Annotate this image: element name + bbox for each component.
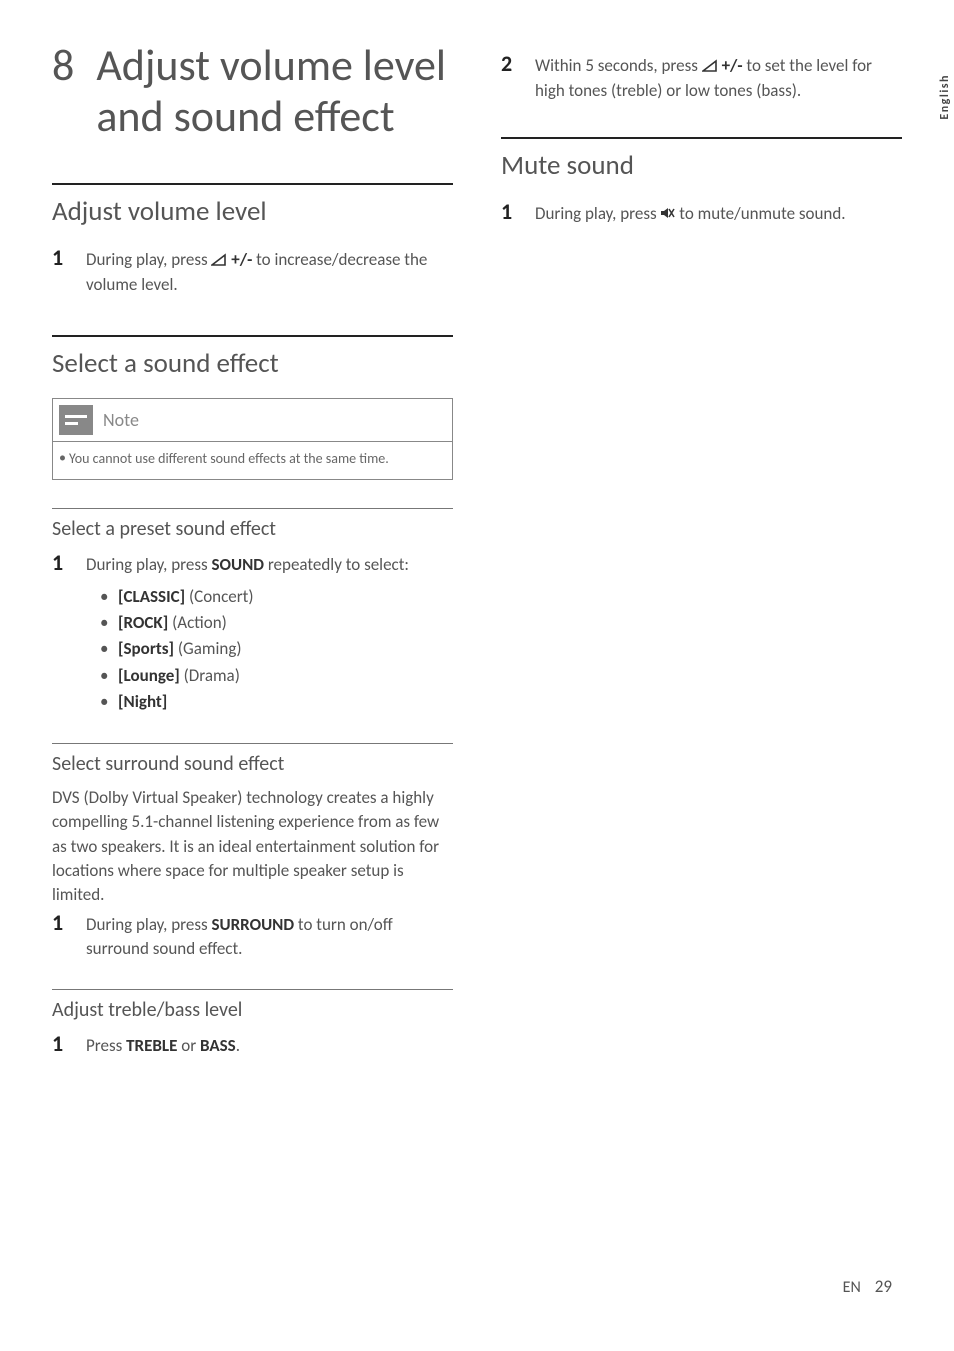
step: 1 During play, press SURROUND to turn on… (52, 911, 453, 961)
button-label: BASS (200, 1035, 236, 1056)
page-footer: EN 29 (843, 1276, 892, 1297)
volume-icon (211, 249, 227, 273)
button-label: SOUND (211, 554, 264, 575)
section-sound-effect: Select a sound effect (52, 335, 453, 380)
note-box: Note You cannot use different sound effe… (52, 398, 453, 480)
step-number: 1 (52, 551, 72, 577)
section-adjust-volume: Adjust volume level (52, 183, 453, 228)
volume-icon (702, 55, 718, 79)
subsection-preset: Select a preset sound effect (52, 508, 453, 541)
text: repeatedly to select: (264, 554, 409, 575)
preset-key: [Lounge] (118, 665, 180, 686)
step-text: During play, press SOUND repeatedly to s… (86, 551, 453, 577)
step: 1 During play, press to mute/unmute soun… (501, 200, 902, 227)
text: Press (86, 1035, 126, 1056)
text: or (177, 1035, 200, 1056)
footer-language: EN (843, 1278, 861, 1297)
preset-desc: (Gaming) (174, 638, 241, 659)
step-text: Within 5 seconds, press +/- to set the l… (535, 52, 902, 103)
button-label: +/- (227, 249, 252, 270)
step-number: 2 (501, 52, 521, 103)
note-label: Note (103, 409, 139, 431)
preset-desc: (Action) (168, 612, 227, 633)
right-column: 2 Within 5 seconds, press +/- to set the… (501, 40, 902, 1064)
chapter-heading: 8 Adjust volume level and sound effect (52, 40, 453, 141)
chapter-title: Adjust volume level and sound effect (96, 40, 453, 141)
step: 1 During play, press SOUND repeatedly to… (52, 551, 453, 577)
text: . (236, 1035, 240, 1056)
list-item: [ROCK] (Action) (94, 610, 453, 636)
step: 2 Within 5 seconds, press +/- to set the… (501, 52, 902, 103)
list-item: [Lounge] (Drama) (94, 663, 453, 689)
preset-key: [CLASSIC] (118, 586, 185, 607)
preset-list: [CLASSIC] (Concert) [ROCK] (Action) [Spo… (52, 584, 453, 716)
note-head: Note (53, 399, 452, 441)
note-body: You cannot use different sound effects a… (53, 441, 452, 479)
step: 1 During play, press +/- to increase/dec… (52, 246, 453, 297)
subsection-surround: Select surround sound effect (52, 743, 453, 776)
preset-key: [ROCK] (118, 612, 168, 633)
step-number: 1 (52, 1032, 72, 1058)
left-column: 8 Adjust volume level and sound effect A… (52, 40, 453, 1064)
preset-desc: (Concert) (185, 586, 253, 607)
preset-desc: (Drama) (180, 665, 240, 686)
list-item: [CLASSIC] (Concert) (94, 584, 453, 610)
step-text: Press TREBLE or BASS. (86, 1032, 453, 1058)
note-icon (59, 405, 93, 435)
text: Within 5 seconds, press (535, 55, 702, 76)
list-item: [Sports] (Gaming) (94, 636, 453, 662)
step-text: During play, press SURROUND to turn on/o… (86, 911, 453, 961)
subsection-treble-bass: Adjust treble/bass level (52, 989, 453, 1022)
step-number: 1 (501, 200, 521, 227)
text: During play, press (535, 203, 660, 224)
text: During play, press (86, 249, 211, 270)
step: 1 Press TREBLE or BASS. (52, 1032, 453, 1058)
text: During play, press (86, 554, 211, 575)
preset-key: [Sports] (118, 638, 174, 659)
language-tab: English (936, 70, 954, 124)
list-item: [Night] (94, 689, 453, 715)
step-number: 1 (52, 911, 72, 961)
step-text: During play, press to mute/unmute sound. (535, 200, 902, 227)
paragraph: DVS (Dolby Virtual Speaker) technology c… (52, 786, 453, 907)
page-content: 8 Adjust volume level and sound effect A… (52, 40, 902, 1064)
button-label: TREBLE (126, 1035, 177, 1056)
chapter-number: 8 (52, 40, 74, 141)
preset-key: [Night] (118, 691, 167, 712)
step-number: 1 (52, 246, 72, 297)
footer-page-number: 29 (875, 1276, 892, 1297)
button-label: SURROUND (211, 914, 294, 935)
mute-icon (660, 203, 675, 227)
section-mute: Mute sound (501, 137, 902, 182)
step-text: During play, press +/- to increase/decre… (86, 246, 453, 297)
button-label: +/- (718, 55, 743, 76)
text: to mute/unmute sound. (675, 203, 845, 224)
text: During play, press (86, 914, 211, 935)
